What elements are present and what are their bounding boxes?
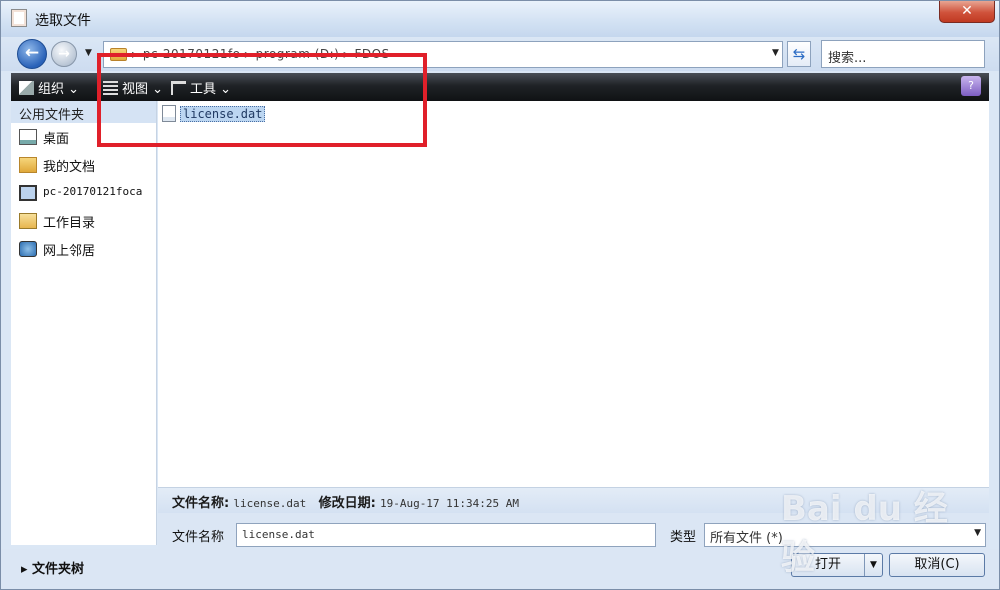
refresh-button[interactable]: ⇆ [787,41,811,67]
details-date-value: 19-Aug-17 11:34:25 AM [379,497,520,510]
sidebar-item-label: 网上邻居 [43,244,96,259]
address-dropdown-icon[interactable]: ▼ [772,48,779,58]
dialog-title: 选取文件 [35,13,91,29]
organize-icon [19,81,34,95]
sidebar-item-label: 工作目录 [43,216,96,231]
details-name-value: license.dat [233,497,307,510]
filename-label: 文件名称 [172,530,225,545]
details-date-label: 修改日期: [318,496,376,511]
search-input[interactable]: 搜索... [821,40,985,68]
dialog-icon [11,9,27,27]
organize-menu[interactable]: 组织 ⌄ [19,78,79,97]
type-label: 类型 [670,530,697,545]
file-type-value: 所有文件 (*) [710,531,783,546]
file-open-dialog: 选取文件 ✕ ← → ▼ ▸ pc-20170121fo ▸ program (… [0,0,1000,590]
computer-icon [19,185,37,201]
documents-icon [19,157,37,173]
sidebar-item-documents[interactable]: 我的文档 [11,151,156,179]
highlight-annotation-box [97,53,427,147]
work-folder-icon [19,213,37,229]
filename-input[interactable]: license.dat [236,523,656,547]
sidebar-item-computer[interactable]: pc-20170121foca [11,179,156,207]
baidu-watermark: Bai du 经验 [781,489,948,578]
sidebar-item-work-directory[interactable]: 工作目录 [11,207,156,235]
sidebar-item-network[interactable]: 网上邻居 [11,235,156,263]
folders-toggle[interactable]: ▸ 文件夹树 [21,558,84,577]
sidebar-item-label: pc-20170121foca [43,185,143,198]
sidebar-item-label: 桌面 [43,132,70,147]
back-button[interactable]: ← [17,39,47,69]
organize-label: 组织 ⌄ [38,82,80,97]
favorites-sidebar: 公用文件夹 桌面 我的文档 pc-20170121foca 工作目录 网上邻居 [11,101,157,545]
help-icon[interactable]: ? [961,76,981,96]
title-bar: 选取文件 ✕ [1,1,999,37]
sidebar-item-label: 我的文档 [43,160,96,175]
close-button[interactable]: ✕ [939,1,995,23]
file-list[interactable]: license.dat [158,101,989,487]
history-dropdown-icon[interactable]: ▼ [85,43,97,63]
desktop-icon [19,129,37,145]
forward-button[interactable]: → [51,41,77,67]
network-icon [19,241,37,257]
details-name-label: 文件名称: [172,496,230,511]
